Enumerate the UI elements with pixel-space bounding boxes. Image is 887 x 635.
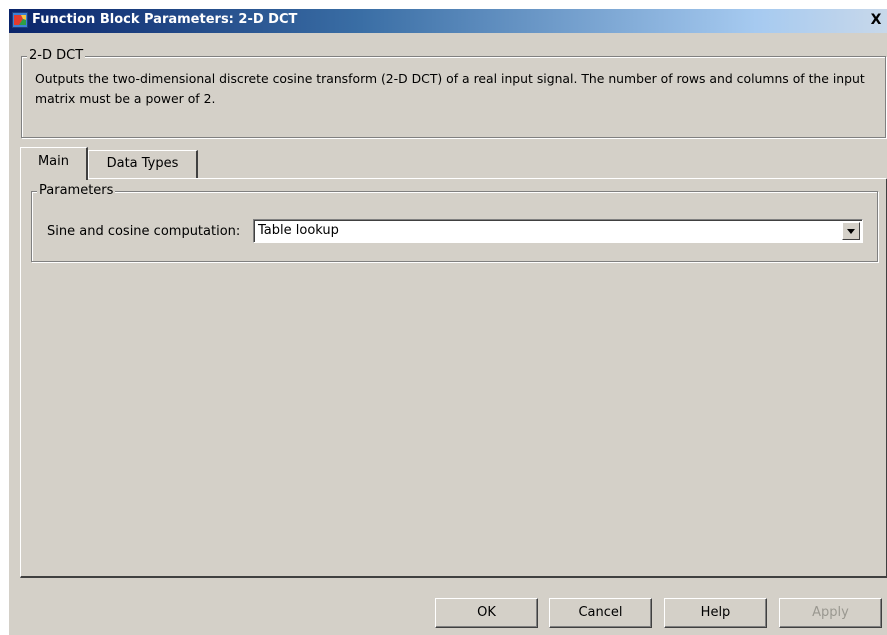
tab-main[interactable]: Main bbox=[20, 147, 88, 180]
tab-data-types[interactable]: Data Types bbox=[88, 150, 198, 178]
chevron-down-icon bbox=[847, 229, 855, 234]
close-button[interactable]: X bbox=[868, 12, 884, 28]
close-icon: X bbox=[870, 12, 882, 28]
cancel-button[interactable]: Cancel bbox=[549, 598, 652, 628]
sine-cosine-label: Sine and cosine computation: bbox=[47, 224, 241, 239]
apply-button[interactable]: Apply bbox=[779, 598, 882, 628]
block-description-legend: 2-D DCT bbox=[27, 48, 86, 63]
title-bar[interactable]: Function Block Parameters: 2-D DCT X bbox=[9, 9, 887, 33]
dialog-window: Function Block Parameters: 2-D DCT X 2-D… bbox=[8, 8, 887, 635]
ok-button[interactable]: OK bbox=[435, 598, 538, 628]
dropdown-arrow-button[interactable] bbox=[842, 222, 860, 240]
block-description-group: 2-D DCT Outputs the two-dimensional disc… bbox=[21, 48, 886, 138]
parameters-legend: Parameters bbox=[37, 183, 116, 198]
window-title: Function Block Parameters: 2-D DCT bbox=[32, 12, 298, 27]
help-button[interactable]: Help bbox=[664, 598, 767, 628]
tab-main-label: Main bbox=[37, 154, 70, 169]
simulink-block-icon bbox=[12, 12, 28, 28]
block-description-text: Outputs the two-dimensional discrete cos… bbox=[35, 71, 865, 106]
tab-data-types-label: Data Types bbox=[106, 156, 179, 171]
sine-cosine-value: Table lookup bbox=[258, 223, 339, 238]
sine-cosine-dropdown[interactable]: Table lookup bbox=[253, 219, 863, 243]
